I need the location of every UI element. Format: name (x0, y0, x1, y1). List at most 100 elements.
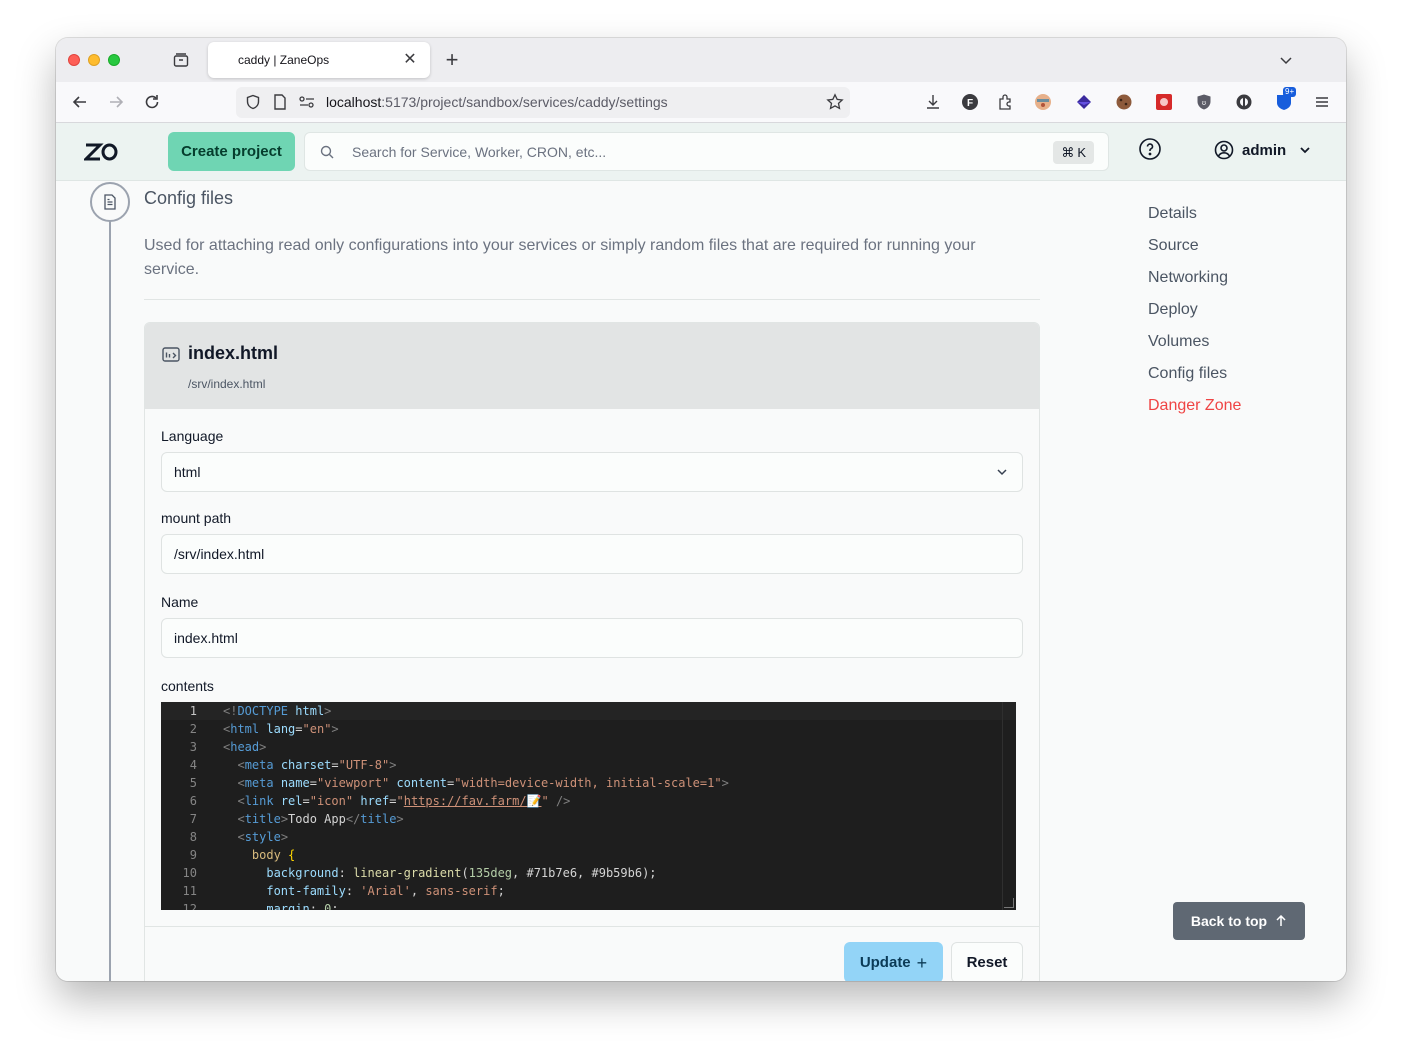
global-search[interactable]: Search for Service, Worker, CRON, etc...… (304, 132, 1109, 171)
mount-path-input[interactable]: /srv/index.html (161, 534, 1023, 574)
help-icon[interactable] (1138, 137, 1162, 161)
permissions-icon[interactable] (299, 96, 315, 108)
forward-arrow-icon[interactable] (106, 92, 126, 112)
config-file-name: index.html (188, 343, 279, 363)
file-text-icon (104, 194, 116, 210)
reset-button[interactable]: Reset (951, 942, 1023, 981)
extension-f-icon[interactable]: F (961, 93, 979, 111)
k-key: K (1077, 145, 1086, 160)
code-text: background: linear-gradient(135deg, #71b… (266, 866, 657, 880)
close-tab-icon[interactable]: ✕ (402, 52, 418, 68)
line-number: 12 (182, 902, 197, 910)
shield-icon[interactable] (245, 94, 261, 110)
section-description: Used for attaching read only configurati… (144, 237, 976, 278)
url-bar[interactable]: localhost:5173/project/sandbox/services/… (236, 87, 850, 118)
editor-resize-handle[interactable] (1004, 898, 1014, 908)
line-number: 3 (189, 740, 197, 754)
line-number: 6 (189, 794, 197, 808)
user-circle-icon (1214, 140, 1234, 160)
search-placeholder: Search for Service, Worker, CRON, etc... (352, 144, 607, 160)
extension-diamond-icon[interactable] (1075, 93, 1093, 111)
line-number: 7 (189, 812, 197, 826)
line-number: 8 (189, 830, 197, 844)
tab-title: caddy | ZaneOps (238, 53, 330, 67)
reload-icon[interactable] (142, 92, 162, 112)
close-window-button[interactable] (68, 54, 80, 66)
code-line[interactable]: 6 <link rel="icon" href="https://fav.far… (161, 792, 1016, 810)
extension-red-icon[interactable] (1155, 93, 1173, 111)
side-nav-item-danger-zone[interactable]: Danger Zone (1148, 395, 1241, 427)
back-arrow-icon[interactable] (70, 92, 90, 112)
language-select[interactable]: html (161, 452, 1023, 492)
config-file-header[interactable]: index.html /srv/index.html (145, 323, 1039, 409)
side-nav-item-source[interactable]: Source (1148, 235, 1241, 267)
ublock-shield-icon[interactable]: ʊ (1195, 93, 1213, 111)
extension-badge: 9+ (1283, 87, 1297, 97)
minimize-window-button[interactable] (88, 54, 100, 66)
url-text[interactable]: localhost:5173/project/sandbox/services/… (326, 94, 668, 110)
timeline-node (90, 182, 130, 222)
config-file-card: index.html /srv/index.html Language html… (144, 322, 1040, 981)
extensions-puzzle-icon[interactable] (997, 93, 1015, 111)
new-tab-icon[interactable]: + (442, 49, 462, 71)
language-label: Language (161, 428, 224, 444)
code-text: <meta charset="UTF-8"> (237, 758, 397, 772)
code-text: font-family: 'Arial', sans-serif; (266, 884, 505, 898)
settings-side-nav: Details Source Networking Deploy Volumes Conf… (1148, 203, 1241, 427)
chevron-down-icon[interactable] (1278, 52, 1294, 68)
code-line[interactable]: 4 <meta charset="UTF-8"> (161, 756, 1016, 774)
code-line[interactable]: 12 margin: 0; (161, 900, 1016, 910)
extension-face-icon[interactable] (1034, 93, 1052, 111)
page-icon (274, 94, 286, 110)
code-line[interactable]: 1 <!DOCTYPE html> (161, 702, 1016, 720)
browser-tab[interactable]: caddy | ZaneOps ✕ (208, 42, 430, 78)
code-line[interactable]: 7 <title>Todo App</title> (161, 810, 1016, 828)
user-menu[interactable]: admin (1214, 140, 1312, 160)
editor-scrollbar[interactable] (1002, 702, 1016, 910)
code-editor[interactable]: 1 <!DOCTYPE html> 2 <html lang="en"> 3 <head>… (161, 702, 1016, 910)
name-input[interactable]: index.html (161, 618, 1023, 658)
side-nav-item-volumes[interactable]: Volumes (1148, 331, 1241, 363)
bookmark-star-icon[interactable] (826, 93, 844, 111)
browser-toolbar: localhost:5173/project/sandbox/services/… (56, 82, 1346, 123)
code-text: <meta name="viewport" content="width=dev… (237, 776, 729, 790)
side-nav-item-deploy[interactable]: Deploy (1148, 299, 1241, 331)
zaneops-logo-icon[interactable] (84, 141, 118, 163)
code-text: margin: 0; (266, 902, 339, 910)
zoom-window-button[interactable] (108, 54, 120, 66)
update-label: Update (859, 954, 911, 971)
hamburger-menu-icon[interactable] (1313, 93, 1331, 111)
arrow-up-icon (1276, 915, 1286, 926)
back-to-top-button[interactable]: Back to top (1173, 902, 1305, 940)
code-line[interactable]: 8 <style> (161, 828, 1016, 846)
url-path: :5173/project/sandbox/services/caddy/set… (381, 94, 668, 110)
mount-path-label: mount path (161, 510, 232, 526)
back-to-top-label: Back to top (1190, 913, 1268, 929)
tab-overview-icon[interactable] (172, 51, 190, 69)
search-shortcut: ⌘ K (1053, 141, 1094, 164)
svg-text:ʊ: ʊ (1202, 100, 1206, 107)
extension-circle-icon[interactable] (1235, 93, 1253, 111)
code-line[interactable]: 5 <meta name="viewport" content="width=d… (161, 774, 1016, 792)
user-name: admin (1242, 141, 1287, 159)
side-nav-item-networking[interactable]: Networking (1148, 267, 1241, 299)
code-line[interactable]: 3 <head> (161, 738, 1016, 756)
line-number: 5 (189, 776, 197, 790)
line-number: 11 (182, 884, 197, 898)
code-line[interactable]: 2 <html lang="en"> (161, 720, 1016, 738)
extension-cookie-icon[interactable] (1115, 93, 1133, 111)
side-nav-item-details[interactable]: Details (1148, 203, 1241, 235)
mount-path-value: /srv/index.html (174, 546, 265, 562)
line-number: 4 (189, 758, 197, 772)
chevron-down-icon (1300, 147, 1310, 154)
svg-text:F: F (967, 98, 973, 109)
code-line[interactable]: 11 font-family: 'Arial', sans-serif; (161, 882, 1016, 900)
update-button[interactable]: Update + (844, 942, 943, 981)
create-project-button[interactable]: Create project (168, 132, 295, 171)
download-icon[interactable] (924, 93, 942, 111)
side-nav-item-config-files[interactable]: Config files (1148, 363, 1241, 395)
code-text: <style> (237, 830, 289, 844)
code-line[interactable]: 9 body { (161, 846, 1016, 864)
line-number: 10 (182, 866, 197, 880)
code-line[interactable]: 10 background: linear-gradient(135deg, #… (161, 864, 1016, 882)
